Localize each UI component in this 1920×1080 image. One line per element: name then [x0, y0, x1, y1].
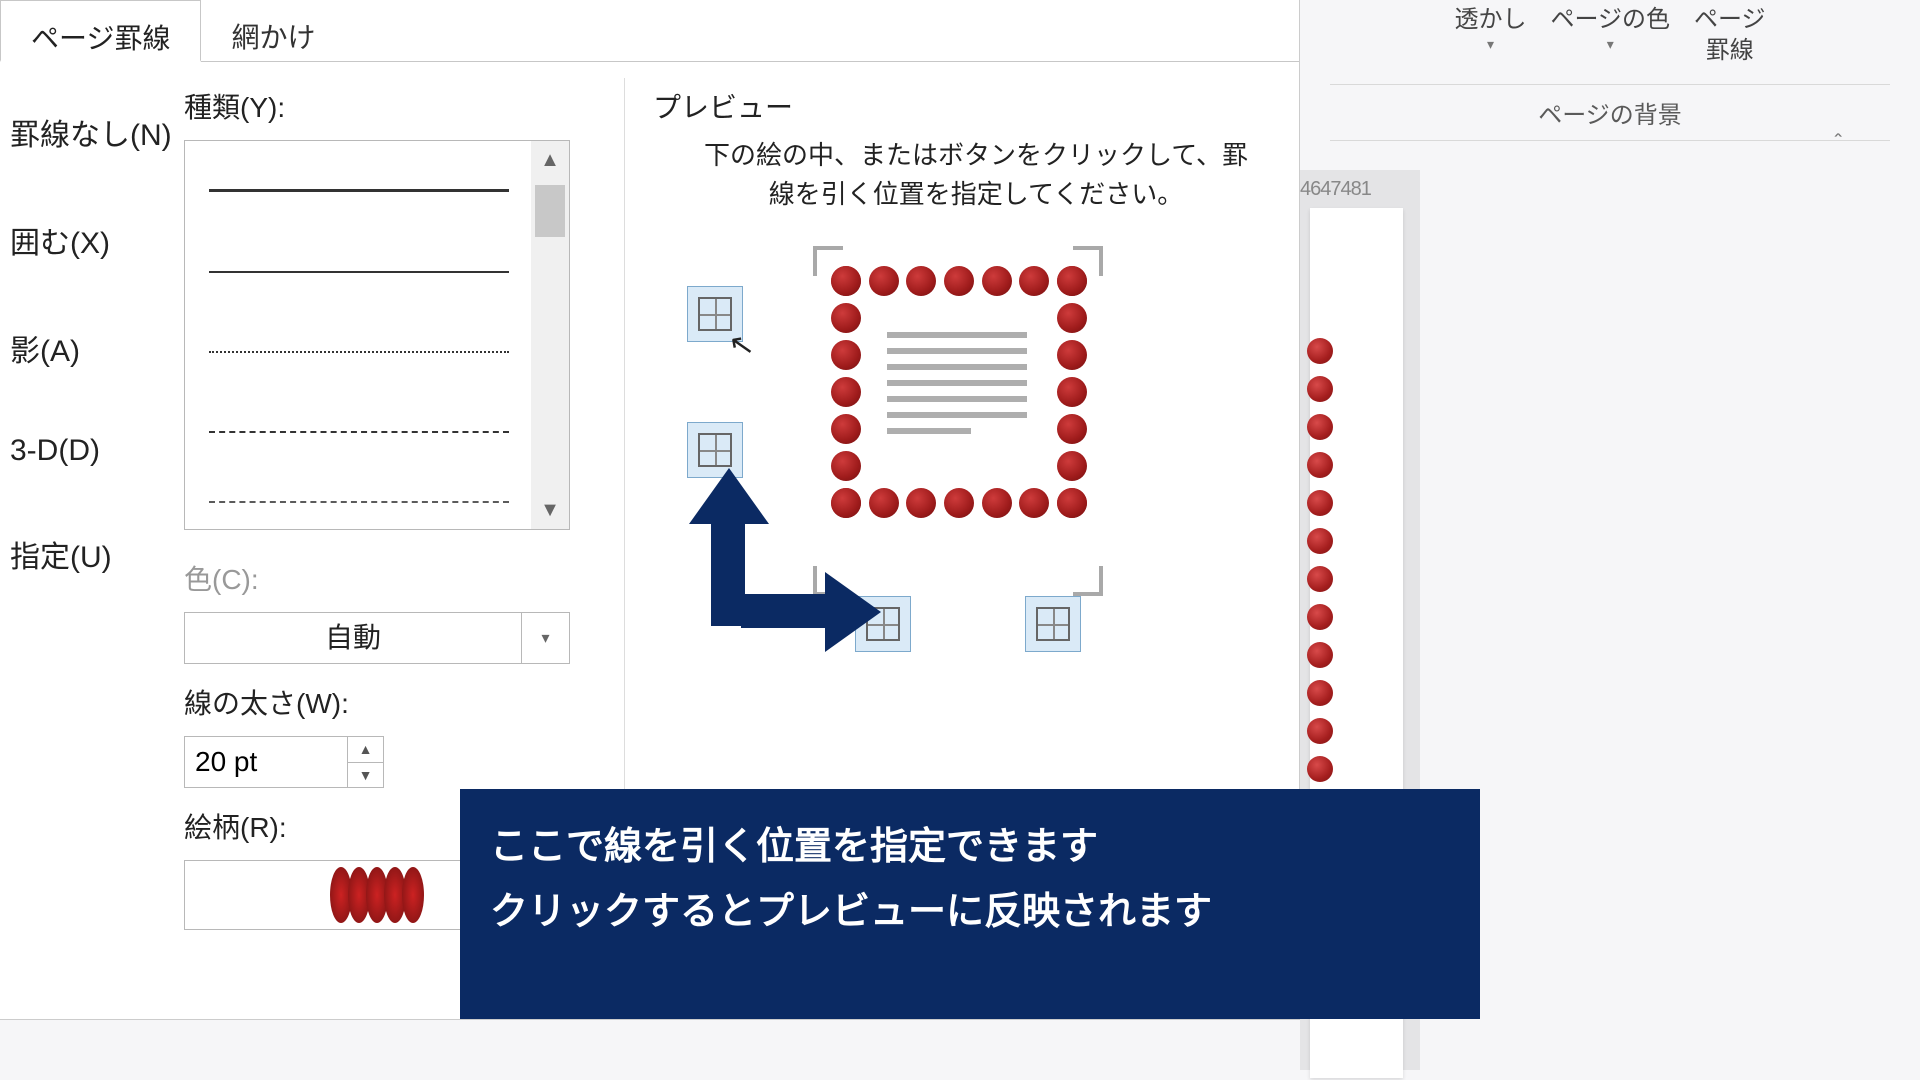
border-icon: [698, 297, 732, 331]
preview-title: プレビュー: [653, 86, 1299, 126]
ribbon-group-label: ページの背景: [1330, 84, 1890, 141]
preset-shadow[interactable]: 影(A): [6, 294, 180, 402]
setting-presets-column: 罫線なし(N) 囲む(X) 影(A) 3-D(D) 指定(U): [0, 78, 180, 930]
ribbon-page-border-button[interactable]: ページ 罫線: [1694, 4, 1766, 66]
preview-diagram: ↖: [663, 246, 1263, 716]
style-label: 種類(Y):: [184, 86, 610, 126]
scrollbar[interactable]: ▲ ▼: [531, 141, 569, 529]
cursor-icon: ↖: [726, 326, 757, 365]
annotation-arrow-icon: [711, 516, 745, 626]
chevron-down-icon[interactable]: ▾: [521, 613, 569, 663]
ribbon-page-background-group: 透かし ▾ ページの色 ▾ ページ 罫線 ページの背景 ＾: [1330, 0, 1890, 160]
crop-mark-icon: [1073, 566, 1103, 596]
border-right-toggle[interactable]: [1025, 596, 1081, 652]
ribbon-watermark-label: 透かし: [1454, 4, 1526, 35]
border-icon: [698, 433, 732, 467]
document-art-border: [1307, 326, 1333, 832]
ruler-numbers: 4647481: [1300, 178, 1371, 201]
width-label: 線の太さ(W):: [184, 682, 610, 722]
color-dropdown[interactable]: 自動 ▾: [184, 612, 570, 664]
line-style-option[interactable]: [209, 501, 509, 503]
color-value: 自動: [185, 613, 521, 663]
ribbon-watermark-button[interactable]: 透かし ▾: [1454, 4, 1526, 66]
border-icon: [1036, 607, 1070, 641]
scroll-up-icon[interactable]: ▲: [531, 141, 569, 179]
chevron-down-icon: ▾: [1550, 35, 1670, 53]
tab-page-border[interactable]: ページ罫線: [0, 0, 201, 62]
ribbon-page-color-label: ページの色: [1550, 4, 1670, 35]
preset-3d[interactable]: 3-D(D): [6, 402, 180, 500]
preset-none[interactable]: 罫線なし(N): [6, 78, 180, 186]
preview-hint-text: 下の絵の中、またはボタンをクリックして、罫線を引く位置を指定してください。: [696, 136, 1256, 214]
caption-line-1: ここで線を引く位置を指定できます: [490, 815, 1450, 880]
preset-box[interactable]: 囲む(X): [6, 186, 180, 294]
width-value: 20 pt: [185, 737, 347, 787]
annotation-caption: ここで線を引く位置を指定できます クリックするとプレビューに反映されます: [460, 789, 1480, 1019]
width-spinner[interactable]: 20 pt ▲ ▼: [184, 736, 384, 788]
line-style-option[interactable]: [209, 271, 509, 273]
spinner-up-icon[interactable]: ▲: [348, 737, 383, 763]
line-style-option[interactable]: [209, 431, 509, 433]
line-style-list[interactable]: ▲ ▼: [184, 140, 570, 530]
ribbon-collapse-icon[interactable]: ＾: [1826, 128, 1850, 163]
tab-shading[interactable]: 網かけ: [201, 0, 345, 61]
scroll-down-icon[interactable]: ▼: [531, 491, 569, 529]
ribbon-page-color-button[interactable]: ページの色 ▾: [1550, 4, 1670, 66]
dialog-tabs: ページ罫線 網かけ: [0, 0, 1299, 62]
annotation-arrow-icon: [741, 594, 831, 628]
spinner-down-icon[interactable]: ▼: [348, 763, 383, 788]
color-label: 色(C):: [184, 558, 610, 598]
preset-custom[interactable]: 指定(U): [6, 500, 180, 608]
annotation-arrow-icon: [825, 572, 881, 652]
line-style-option[interactable]: [209, 351, 509, 353]
line-style-option[interactable]: [209, 189, 509, 192]
preview-page-text-icon: [887, 332, 1027, 444]
caption-line-2: クリックするとプレビューに反映されます: [490, 880, 1450, 945]
chevron-down-icon: ▾: [1454, 35, 1526, 53]
scroll-thumb[interactable]: [535, 185, 565, 237]
